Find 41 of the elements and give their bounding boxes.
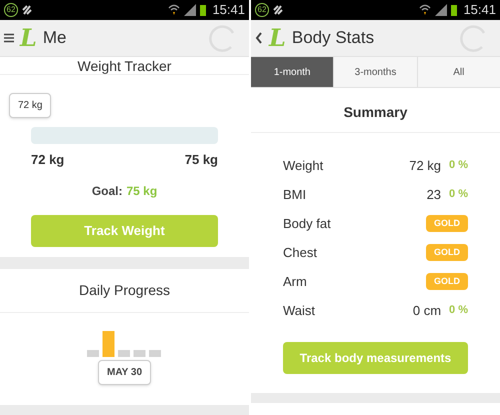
status-badge: GOLD bbox=[426, 244, 468, 262]
goal-label: Goal: bbox=[92, 182, 122, 200]
battery-icon bbox=[451, 4, 458, 16]
status-badge: GOLD bbox=[426, 214, 468, 232]
app-logo: L bbox=[20, 26, 37, 50]
stat-change: 0 % bbox=[449, 158, 468, 174]
clock-time: 15:41 bbox=[463, 1, 496, 20]
signal-icon bbox=[435, 4, 448, 16]
section-title: Summary bbox=[344, 103, 408, 122]
notification-badge: 62 bbox=[4, 3, 18, 17]
screen-title: Body Stats bbox=[292, 27, 374, 50]
weight-tooltip: 72 kg bbox=[9, 93, 52, 118]
app-logo: L bbox=[269, 26, 286, 50]
stat-label: Body fat bbox=[283, 214, 332, 233]
battery-icon bbox=[200, 4, 206, 16]
menu-icon[interactable] bbox=[4, 33, 14, 43]
stat-label: Arm bbox=[283, 272, 308, 291]
clock-time: 15:41 bbox=[212, 1, 245, 20]
status-badge: GOLD bbox=[426, 272, 468, 290]
goal-weight: 75 kg bbox=[184, 151, 218, 169]
stat-change: 0 % bbox=[449, 303, 468, 318]
stat-label: Chest bbox=[283, 244, 318, 262]
date-tooltip: MAY 30 bbox=[98, 360, 152, 384]
section-title: Weight Tracker bbox=[78, 58, 172, 72]
period-tab[interactable]: 1-month bbox=[251, 57, 334, 87]
wifi-icon bbox=[168, 4, 180, 16]
screen-title: Me bbox=[42, 27, 66, 50]
signal-icon bbox=[184, 4, 196, 16]
stat-value: 0 cm bbox=[412, 302, 442, 320]
stat-label: BMI bbox=[283, 186, 308, 204]
stat-value: 72 kg bbox=[409, 156, 442, 175]
stat-change: 0 % bbox=[449, 187, 468, 202]
stat-label: Waist bbox=[283, 302, 316, 320]
wifi-icon bbox=[419, 4, 432, 16]
start-weight: 72 kg bbox=[31, 151, 64, 169]
stat-label: Weight bbox=[283, 156, 324, 175]
goal-value: 75 kg bbox=[126, 182, 158, 200]
back-icon[interactable] bbox=[255, 32, 263, 44]
notification-badge: 62 bbox=[255, 3, 269, 17]
section-title: Daily Progress bbox=[78, 280, 170, 300]
stat-value: 23 bbox=[426, 186, 442, 204]
